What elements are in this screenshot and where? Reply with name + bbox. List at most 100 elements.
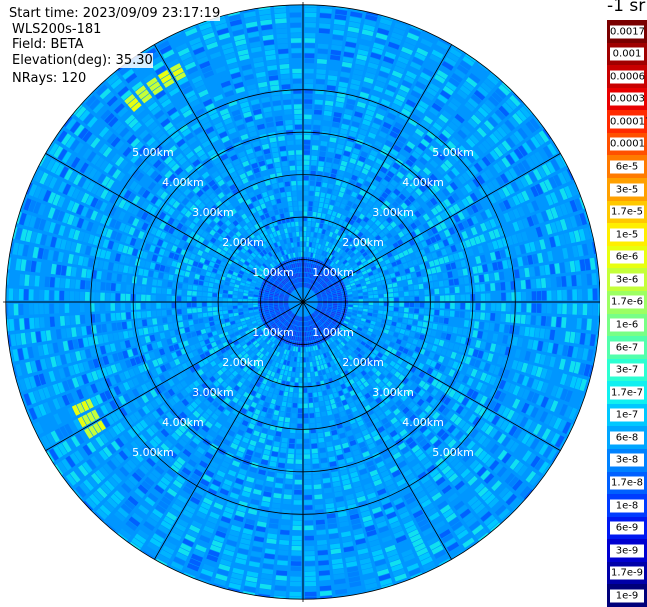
range-gate [303,388,308,393]
range-gate [417,321,423,327]
range-gate [314,196,319,202]
range-gate [480,284,486,292]
range-gate [303,155,310,160]
range-gate [440,295,445,302]
range-gate [303,231,307,237]
range-gate [294,484,302,490]
range-gate [304,134,311,140]
range-gate [448,318,454,325]
range-gate [202,307,208,312]
range-gate [577,303,583,315]
range-gate [303,185,309,191]
range-gate [304,63,314,69]
range-gate [520,280,526,290]
range-gate [303,372,307,378]
range-gate [295,372,299,378]
range-gate [310,372,315,377]
range-gate [49,316,55,327]
range-gate [304,515,314,521]
range-gate [285,474,293,479]
range-gate [296,449,303,454]
range-gate [424,296,430,302]
range-gate [316,74,326,80]
range-gate [294,474,302,480]
range-gate [592,303,598,316]
range-gate [394,302,399,307]
range-gate [368,305,374,309]
range-gate [417,277,423,283]
range-gate [299,377,303,383]
range-gate [313,206,318,212]
range-gate [147,318,153,326]
range-gate [501,292,506,301]
range-gate [571,317,577,329]
range-gate [303,433,310,439]
range-gate [304,530,314,536]
range-gate [490,313,496,321]
range-gate [284,417,291,423]
range-gate [308,392,313,398]
range-gate [388,293,394,297]
range-gate [310,433,317,439]
range-gate [552,303,557,314]
range-gate [449,287,455,294]
range-gate [363,302,369,305]
range-gate [315,412,321,418]
range-gate [279,452,287,458]
range-gate [120,312,126,320]
range-gate [393,292,399,297]
range-gate [322,125,330,132]
range-gate [434,309,440,316]
range-gate [308,206,313,212]
range-gate [303,357,306,363]
range-gate [136,320,143,328]
range-gate [228,309,233,314]
range-gate [187,314,193,320]
range-gate [304,58,315,64]
range-gate [304,474,312,480]
range-gate [167,316,173,323]
range-gate [316,534,327,540]
range-gate [319,146,327,152]
range-gate [516,303,522,313]
range-gate [304,505,313,510]
range-gate [306,362,310,368]
range-gate [423,283,429,289]
range-gate [409,296,415,302]
range-gate [535,278,541,289]
range-gate [358,302,364,305]
range-gate [242,302,248,305]
range-gate [152,318,158,325]
range-gate [157,317,163,325]
range-gate [515,280,521,290]
range-gate [166,309,172,316]
range-gate [311,155,318,161]
range-gate [297,357,300,362]
range-gate [75,315,81,325]
range-gate [333,302,338,304]
range-gate [280,406,286,412]
range-gate [247,302,253,305]
range-gate [531,303,537,313]
range-gate [398,286,404,292]
range-gate [293,397,298,403]
range-gate [317,48,328,54]
range-gate [105,313,111,322]
range-gate [19,318,25,330]
range-gate [309,408,314,413]
range-gate [319,151,326,157]
range-gate [404,291,409,297]
range-gate [303,454,311,459]
range-gate [282,432,289,438]
range-gate [501,303,506,312]
range-gate [306,357,309,362]
range-gate [562,303,567,315]
range-gate [268,302,273,304]
range-gate [281,437,288,443]
range-gate [289,433,296,439]
range-gate [303,347,306,352]
range-gate [592,288,598,301]
range-gate [294,479,302,485]
range-gate [319,585,332,591]
range-gate [315,84,325,90]
